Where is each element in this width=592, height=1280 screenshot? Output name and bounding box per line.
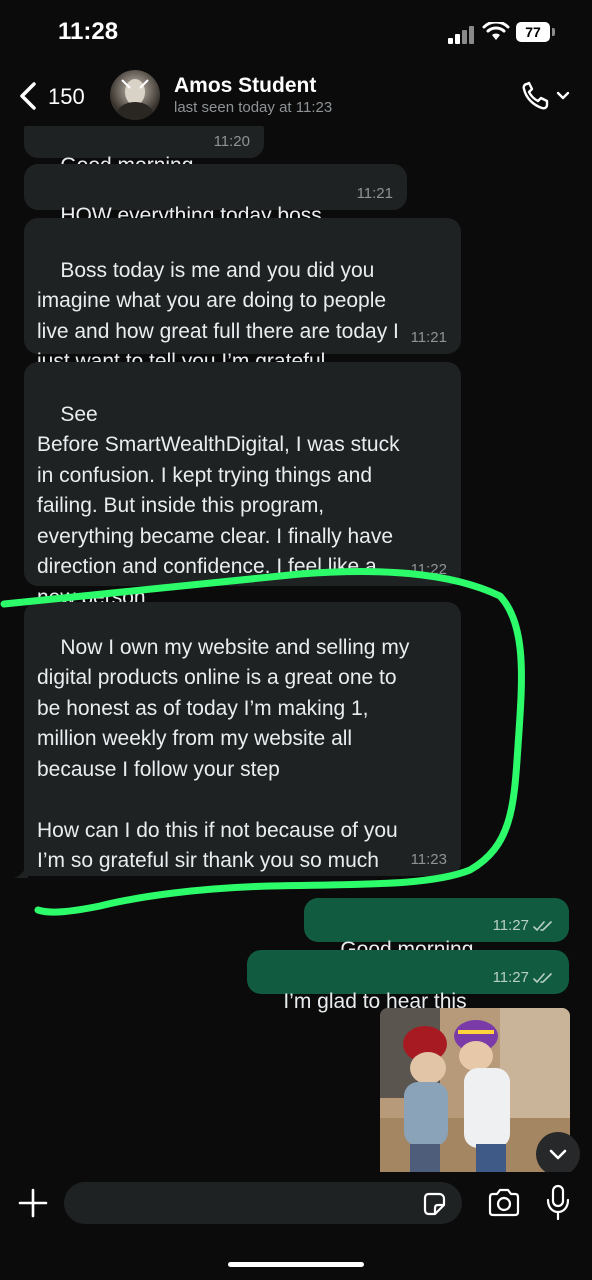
message-time: 11:27 <box>492 917 529 934</box>
sticker-icon[interactable] <box>420 1190 448 1218</box>
message-incoming[interactable]: HOW everything today boss 11:21 <box>24 164 407 227</box>
home-indicator <box>228 1262 364 1267</box>
message-time: 11:21 <box>356 185 393 202</box>
message-time: 11:21 <box>410 329 447 346</box>
bubble-tail <box>14 864 28 878</box>
battery-tip <box>552 28 555 36</box>
message-outgoing[interactable]: Good morning 11:27 <box>304 898 569 961</box>
message-incoming[interactable]: Good morning 11:20 <box>24 126 264 177</box>
wifi-icon <box>482 22 510 40</box>
message-time: 11:20 <box>213 133 250 150</box>
message-text: Boss today is me and you did you imagine… <box>37 258 399 374</box>
camera-icon[interactable] <box>486 1188 522 1218</box>
status-time: 11:28 <box>58 18 119 45</box>
message-time-with-ticks: 11:27 <box>493 918 555 934</box>
message-input[interactable] <box>64 1182 462 1224</box>
scroll-down-icon <box>549 1149 567 1160</box>
message-time: 11:22 <box>410 561 447 578</box>
contact-avatar[interactable] <box>110 70 160 120</box>
battery-indicator: 77 <box>516 22 550 42</box>
message-time-with-ticks: 11:27 <box>493 970 555 986</box>
plus-icon[interactable] <box>16 1186 50 1220</box>
message-text: See Before SmartWealthDigital, I was stu… <box>37 402 400 609</box>
message-incoming[interactable]: See Before SmartWealthDigital, I was stu… <box>24 362 461 609</box>
avatar-image <box>117 79 153 120</box>
phone-icon[interactable] <box>520 80 576 112</box>
read-ticks-icon <box>533 973 552 984</box>
contact-last-seen: last seen today at 11:23 <box>174 99 333 116</box>
microphone-icon[interactable] <box>544 1184 572 1222</box>
contact-name[interactable]: Amos Student <box>174 74 316 98</box>
read-ticks-icon <box>533 921 552 932</box>
back-unread-count[interactable]: 150 <box>48 84 85 110</box>
chat-header: 150 Amos Student last seen today at 11:2… <box>0 64 592 126</box>
status-bar: 11:28 77 <box>0 0 592 64</box>
message-incoming-highlighted[interactable]: Now I own my website and selling my digi… <box>24 602 461 876</box>
cellular-signal-icon <box>448 24 478 44</box>
message-incoming[interactable]: Boss today is me and you did you imagine… <box>24 218 461 373</box>
message-text: Now I own my website and selling my digi… <box>37 635 410 873</box>
chevron-down-icon <box>556 91 570 100</box>
message-time: 11:23 <box>410 851 447 868</box>
message-time: 11:27 <box>492 969 529 986</box>
scroll-to-bottom-button[interactable] <box>536 1132 580 1176</box>
message-outgoing[interactable]: I’m glad to hear this 11:27 <box>247 950 569 1013</box>
